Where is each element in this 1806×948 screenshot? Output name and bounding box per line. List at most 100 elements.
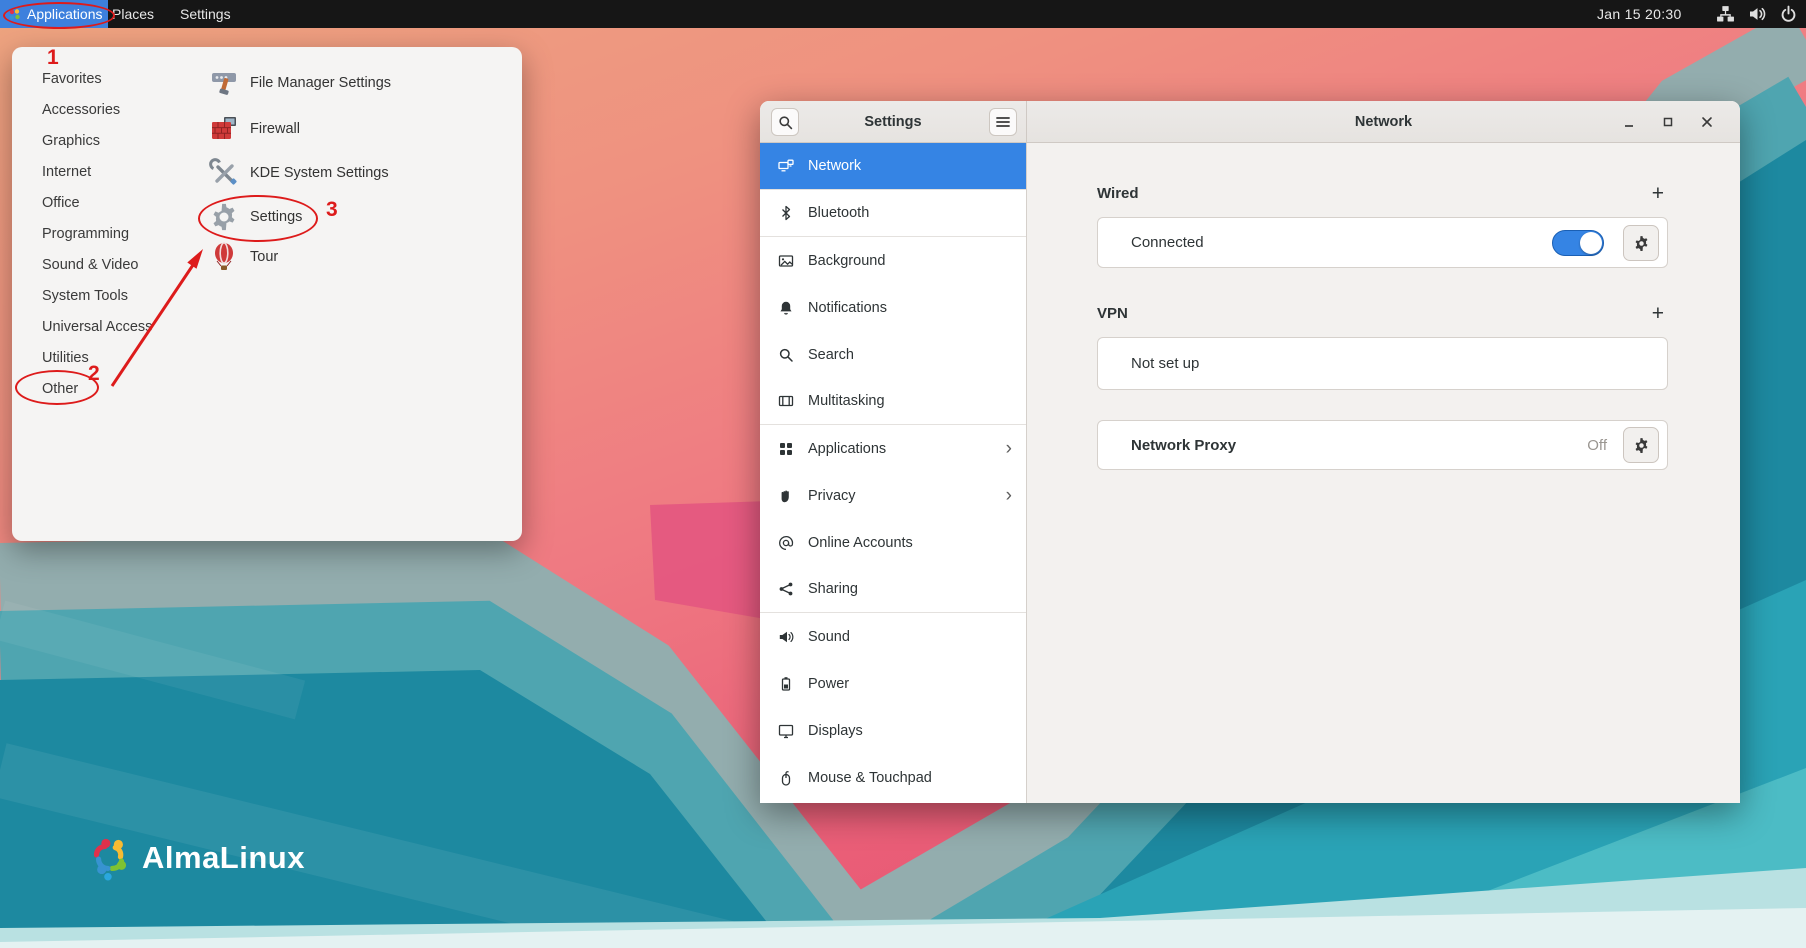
network-panel: Wired + Connected VPN + Not set up Netwo… bbox=[1027, 143, 1740, 803]
at-sign-icon bbox=[778, 535, 794, 551]
network-panel-icon bbox=[778, 158, 794, 174]
category-internet[interactable]: Internet bbox=[30, 157, 200, 188]
category-other[interactable]: Other bbox=[30, 374, 200, 405]
menu-item-kde-system-settings[interactable]: KDE System Settings bbox=[208, 153, 508, 193]
kde-system-settings-icon bbox=[208, 157, 240, 189]
sidebar-item-sound[interactable]: Sound bbox=[760, 613, 1026, 660]
menu-item-tour[interactable]: Tour bbox=[208, 237, 508, 277]
applications-menu-label: Applications bbox=[27, 6, 103, 22]
network-icon[interactable] bbox=[1716, 5, 1735, 26]
primary-menu-button[interactable] bbox=[989, 108, 1017, 136]
sidebar-item-label: Notifications bbox=[808, 300, 1026, 316]
sidebar-item-network[interactable]: Network bbox=[760, 143, 1026, 190]
sidebar-item-label: Background bbox=[808, 253, 1026, 269]
wired-connection-row[interactable]: Connected bbox=[1097, 217, 1668, 268]
close-icon bbox=[1701, 116, 1713, 128]
bluetooth-icon bbox=[778, 205, 794, 221]
category-utilities[interactable]: Utilities bbox=[30, 343, 200, 374]
proxy-status: Off bbox=[1587, 437, 1607, 454]
minimize-icon bbox=[1623, 116, 1635, 128]
add-vpn-button[interactable]: + bbox=[1652, 303, 1668, 324]
wired-options-button[interactable] bbox=[1623, 225, 1659, 261]
sidebar-item-label: Applications bbox=[808, 441, 1006, 457]
applications-menu-button[interactable]: Applications bbox=[0, 0, 108, 28]
distro-logo-icon bbox=[8, 8, 21, 21]
window-title-settings: Settings bbox=[760, 101, 1026, 143]
category-graphics[interactable]: Graphics bbox=[30, 126, 200, 157]
wired-heading: Wired bbox=[1097, 185, 1139, 202]
speaker-icon bbox=[778, 629, 794, 645]
chevron-right-icon: › bbox=[1006, 486, 1012, 505]
sidebar-item-search[interactable]: Search bbox=[760, 331, 1026, 378]
settings-menu-button[interactable]: Settings bbox=[180, 0, 231, 28]
settings-menu-label: Settings bbox=[180, 6, 231, 22]
vpn-row: Not set up bbox=[1097, 337, 1668, 390]
monitor-icon bbox=[778, 723, 794, 739]
sidebar-item-notifications[interactable]: Notifications bbox=[760, 284, 1026, 331]
category-office[interactable]: Office bbox=[30, 188, 200, 219]
vpn-status-label: Not set up bbox=[1131, 355, 1199, 372]
sidebar-item-sharing[interactable]: Sharing bbox=[760, 566, 1026, 613]
category-favorites[interactable]: Favorites bbox=[30, 64, 200, 95]
almalinux-logo: AlmaLinux bbox=[84, 832, 305, 884]
sidebar-item-background[interactable]: Background bbox=[760, 237, 1026, 284]
vpn-heading: VPN bbox=[1097, 305, 1128, 322]
menu-item-settings[interactable]: Settings bbox=[208, 197, 508, 237]
search-panel-icon bbox=[778, 347, 794, 363]
top-bar: Applications Places Settings Jan 15 20:3… bbox=[0, 0, 1806, 28]
places-menu-label: Places bbox=[112, 6, 154, 22]
menu-item-label: File Manager Settings bbox=[250, 75, 391, 91]
menu-item-firewall[interactable]: Firewall bbox=[208, 109, 508, 149]
volume-icon[interactable] bbox=[1748, 5, 1768, 26]
sidebar-item-privacy[interactable]: Privacy › bbox=[760, 472, 1026, 519]
menu-item-label: KDE System Settings bbox=[250, 165, 389, 181]
almalinux-logo-icon bbox=[84, 832, 134, 884]
firewall-icon bbox=[208, 113, 240, 145]
wired-section-header: Wired + bbox=[1097, 179, 1668, 207]
menu-item-label: Tour bbox=[250, 249, 278, 265]
sidebar-item-applications[interactable]: Applications › bbox=[760, 425, 1026, 472]
category-accessories[interactable]: Accessories bbox=[30, 95, 200, 126]
maximize-icon bbox=[1662, 116, 1674, 128]
settings-gear-icon bbox=[208, 201, 240, 233]
sidebar-item-displays[interactable]: Displays bbox=[760, 707, 1026, 754]
sidebar-item-bluetooth[interactable]: Bluetooth bbox=[760, 190, 1026, 237]
menu-item-label: Firewall bbox=[250, 121, 300, 137]
maximize-button[interactable] bbox=[1655, 109, 1681, 135]
file-manager-settings-icon bbox=[208, 67, 240, 99]
settings-sidebar: Network Bluetooth Background bbox=[760, 143, 1027, 803]
close-button[interactable] bbox=[1694, 109, 1720, 135]
category-programming[interactable]: Programming bbox=[30, 219, 200, 250]
clock[interactable]: Jan 15 20:30 bbox=[1597, 0, 1682, 28]
wired-toggle[interactable] bbox=[1552, 230, 1604, 256]
add-wired-button[interactable]: + bbox=[1652, 183, 1668, 204]
menu-item-file-manager-settings[interactable]: File Manager Settings bbox=[208, 63, 508, 103]
vpn-section-header: VPN + bbox=[1097, 299, 1668, 327]
sidebar-item-label: Privacy bbox=[808, 488, 1006, 504]
sidebar-item-label: Search bbox=[808, 347, 1026, 363]
sidebar-item-multitasking[interactable]: Multitasking bbox=[760, 378, 1026, 425]
menu-item-label: Settings bbox=[250, 209, 302, 225]
places-menu-button[interactable]: Places bbox=[112, 0, 154, 28]
category-universal-access[interactable]: Universal Access bbox=[30, 312, 200, 343]
sidebar-item-online-accounts[interactable]: Online Accounts bbox=[760, 519, 1026, 566]
minimize-button[interactable] bbox=[1616, 109, 1642, 135]
sidebar-item-label: Online Accounts bbox=[808, 535, 1026, 551]
category-system-tools[interactable]: System Tools bbox=[30, 281, 200, 312]
gear-icon bbox=[1633, 437, 1650, 454]
window-header-left: Settings bbox=[760, 101, 1027, 143]
sidebar-item-mouse-touchpad[interactable]: Mouse & Touchpad bbox=[760, 754, 1026, 801]
mouse-icon bbox=[778, 770, 794, 786]
network-proxy-row[interactable]: Network Proxy Off bbox=[1097, 420, 1668, 470]
sidebar-item-label: Bluetooth bbox=[808, 205, 1026, 221]
brand-name: AlmaLinux bbox=[142, 840, 305, 876]
power-icon[interactable] bbox=[1780, 5, 1797, 26]
bell-icon bbox=[778, 300, 794, 316]
sidebar-item-power[interactable]: Power bbox=[760, 660, 1026, 707]
proxy-options-button[interactable] bbox=[1623, 427, 1659, 463]
window-header-right: Network bbox=[1027, 101, 1740, 143]
sidebar-item-label: Multitasking bbox=[808, 393, 1026, 409]
category-sound-video[interactable]: Sound & Video bbox=[30, 250, 200, 281]
sidebar-item-label: Sound bbox=[808, 629, 1026, 645]
wired-status-label: Connected bbox=[1131, 234, 1204, 251]
